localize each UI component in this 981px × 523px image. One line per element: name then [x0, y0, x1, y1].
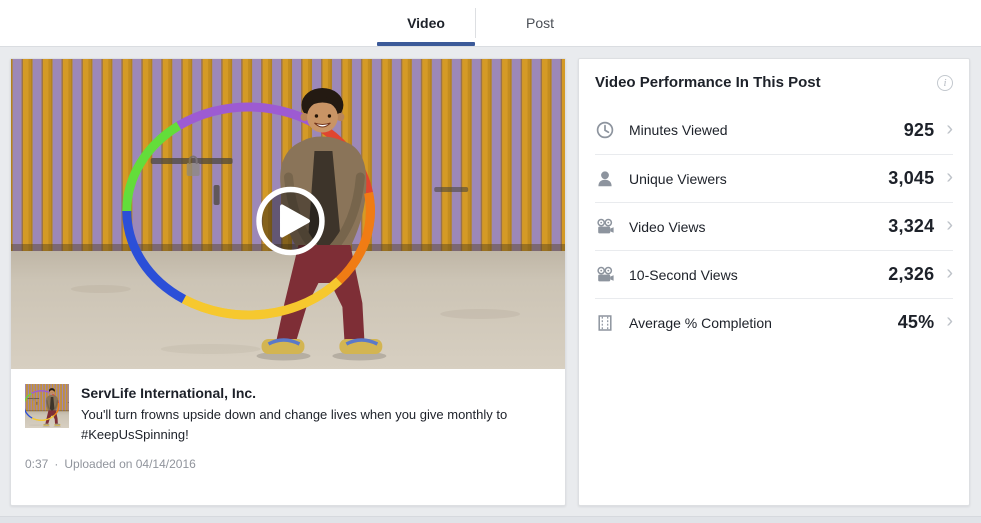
tab-video[interactable]: Video [377, 0, 475, 46]
video-timestamp: 0:37 · Uploaded on 04/14/2016 [25, 457, 196, 471]
person-icon [595, 169, 615, 189]
metric-row[interactable]: Video Views 3,324 › [595, 202, 953, 250]
tab-bar: Video Post [0, 0, 981, 47]
play-button[interactable] [259, 190, 322, 253]
dot-separator: · [54, 457, 58, 471]
metric-value: 925 [904, 120, 935, 141]
metric-label: Average % Completion [629, 315, 772, 331]
metric-row[interactable]: 10-Second Views 2,326 › [595, 250, 953, 298]
chevron-right-icon: › [946, 263, 953, 283]
tab-post[interactable]: Post [476, 0, 604, 46]
video-scene-image [11, 59, 565, 369]
tab-post-label: Post [526, 15, 554, 31]
metric-label: Unique Viewers [629, 171, 727, 187]
clock-icon [595, 120, 615, 140]
post-text-block: ServLife International, Inc. You'll turn… [81, 384, 549, 444]
video-card: ServLife International, Inc. You'll turn… [10, 58, 566, 506]
metric-label: Video Views [629, 219, 706, 235]
upload-date: Uploaded on 04/14/2016 [64, 457, 195, 471]
metric-value: 3,324 [888, 216, 934, 237]
metric-row[interactable]: Minutes Viewed 925 › [595, 106, 953, 154]
metric-row[interactable]: Average % Completion 45% › [595, 298, 953, 346]
video-thumbnail[interactable] [11, 59, 565, 369]
metric-label: 10-Second Views [629, 267, 738, 283]
active-tab-underline [377, 42, 475, 46]
tab-video-label: Video [407, 15, 445, 31]
chevron-right-icon: › [946, 215, 953, 235]
bottom-divider [0, 516, 981, 523]
metric-value: 2,326 [888, 264, 934, 285]
info-icon[interactable]: i [937, 75, 953, 91]
chevron-right-icon: › [946, 119, 953, 139]
performance-header: Video Performance In This Post i [595, 59, 953, 106]
page-name-link[interactable]: ServLife International, Inc. [81, 385, 549, 401]
movie-camera-icon [595, 265, 615, 285]
metric-row[interactable]: Unique Viewers 3,045 › [595, 154, 953, 202]
page-avatar[interactable] [25, 384, 69, 428]
post-meta: ServLife International, Inc. You'll turn… [11, 369, 565, 444]
page-avatar-image [25, 384, 69, 428]
video-duration: 0:37 [25, 457, 48, 471]
performance-title: Video Performance In This Post [595, 74, 821, 91]
metrics-list: Minutes Viewed 925 › Unique Viewers 3,04… [595, 106, 953, 346]
chevron-right-icon: › [946, 311, 953, 331]
metric-label: Minutes Viewed [629, 122, 728, 138]
movie-camera-icon [595, 217, 615, 237]
film-icon [595, 313, 615, 333]
post-description: You'll turn frowns upside down and chang… [81, 405, 549, 444]
insights-screen: Video Post ServLife [0, 0, 981, 523]
metric-value: 3,045 [888, 168, 934, 189]
metric-value: 45% [898, 312, 935, 333]
chevron-right-icon: › [946, 167, 953, 187]
performance-card: Video Performance In This Post i Minutes… [578, 58, 970, 506]
